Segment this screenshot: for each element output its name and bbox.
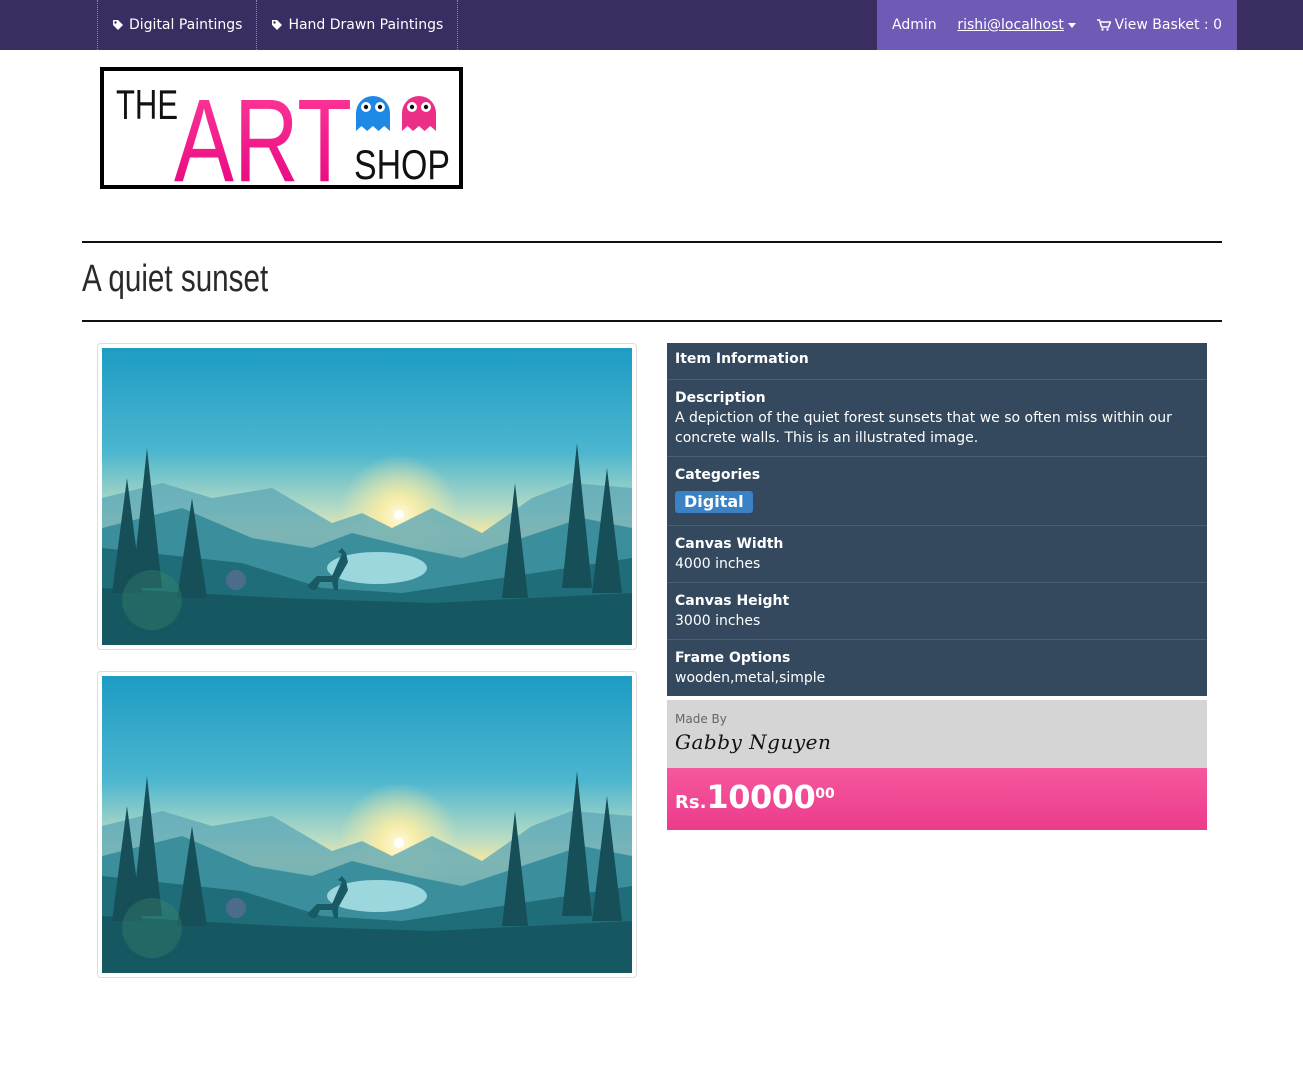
price-cents: 00: [815, 786, 835, 802]
user-nav: Admin rishi@localhost View Basket : 0: [877, 0, 1237, 50]
categories-row: Categories Digital: [667, 457, 1207, 526]
cart-icon: [1096, 19, 1111, 31]
made-by-box: Made By Gabby Nguyen: [667, 700, 1207, 768]
description-label: Description: [675, 390, 766, 406]
sunset-illustration: [102, 348, 632, 645]
canvas-height-row: Canvas Height 3000 inches: [667, 583, 1207, 640]
frame-options-label: Frame Options: [675, 650, 791, 666]
user-menu[interactable]: rishi@localhost: [957, 17, 1076, 33]
logo-shop: SHOP: [354, 141, 450, 185]
nav-digital-paintings[interactable]: Digital Paintings: [97, 0, 256, 50]
category-nav: Digital Paintings Hand Drawn Paintings: [97, 0, 459, 50]
admin-link[interactable]: Admin: [892, 17, 937, 33]
sunset-illustration: [102, 676, 632, 973]
canvas-width-row: Canvas Width 4000 inches: [667, 526, 1207, 583]
price-currency: Rs.: [675, 792, 707, 813]
pink-ghost-icon: [402, 96, 436, 131]
page-title: A quiet sunset: [82, 258, 269, 300]
nav-hand-drawn-paintings[interactable]: Hand Drawn Paintings: [256, 0, 459, 50]
tag-icon: [113, 20, 123, 30]
blue-ghost-icon: [356, 96, 390, 131]
top-navbar: Digital Paintings Hand Drawn Paintings A…: [0, 0, 1303, 50]
product-image-1[interactable]: [97, 343, 637, 650]
nav-label: Hand Drawn Paintings: [288, 17, 444, 33]
made-by-label: Made By: [675, 712, 727, 726]
art-shop-logo[interactable]: THE ART SHOP: [100, 67, 463, 207]
category-badge[interactable]: Digital: [675, 491, 753, 513]
canvas-height-value: 3000 inches: [675, 613, 761, 629]
artist-name: Gabby Nguyen: [675, 730, 832, 754]
title-top-rule: [82, 241, 1222, 243]
frame-options-row: Frame Options wooden,metal,simple: [667, 640, 1207, 696]
frame-options-value: wooden,metal,simple: [675, 670, 826, 686]
info-header: Item Information: [667, 343, 1207, 380]
basket-label: View Basket : 0: [1114, 17, 1222, 33]
price-amount: 10000: [706, 778, 816, 816]
logo-graphic: THE ART SHOP: [116, 75, 450, 207]
view-basket-link[interactable]: View Basket : 0: [1096, 17, 1222, 33]
item-info-panel: Item Information Description A depiction…: [667, 343, 1207, 696]
title-bottom-rule: [82, 320, 1222, 322]
user-email: rishi@localhost: [957, 17, 1064, 33]
description-text: A depiction of the quiet forest sunsets …: [675, 410, 1172, 446]
caret-down-icon: [1067, 22, 1076, 28]
canvas-width-label: Canvas Width: [675, 536, 784, 552]
logo-the: THE: [116, 81, 178, 128]
canvas-height-label: Canvas Height: [675, 593, 790, 609]
categories-label: Categories: [675, 467, 761, 483]
nav-label: Digital Paintings: [129, 17, 243, 33]
description-row: Description A depiction of the quiet for…: [667, 380, 1207, 457]
price-box: Rs. 10000 00: [667, 768, 1207, 830]
tag-icon: [272, 20, 283, 30]
canvas-width-value: 4000 inches: [675, 556, 761, 572]
logo-art: ART: [174, 75, 352, 185]
product-image-2[interactable]: [97, 671, 637, 978]
